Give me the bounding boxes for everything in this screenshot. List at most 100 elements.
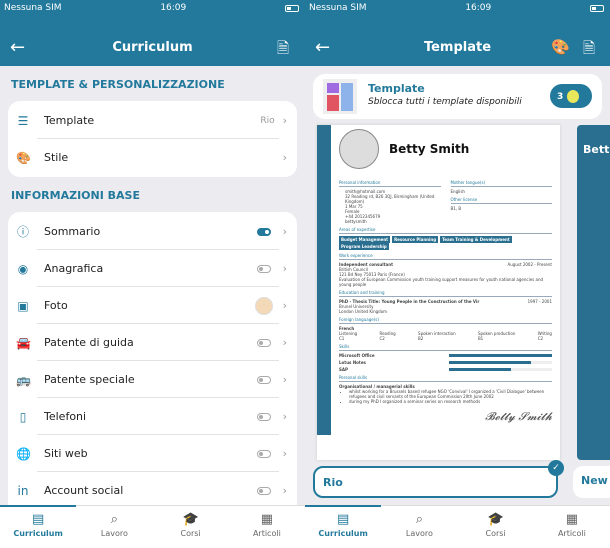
tab-corsi[interactable]: 🎓 Corsi xyxy=(153,506,229,548)
chevron-right-icon: › xyxy=(282,336,287,349)
signature: 𝓑𝓮𝓽𝓽𝔂 𝓢𝓶𝓲𝓽𝓱 xyxy=(485,410,552,423)
preview-document-icon[interactable]: 🗎 xyxy=(277,38,289,63)
template-name: Rio xyxy=(323,476,343,489)
toggle[interactable] xyxy=(256,486,271,495)
cv-heading: Personal information xyxy=(339,180,441,187)
row-patente-speciale[interactable]: 🚌 Patente speciale › xyxy=(8,361,297,398)
carrier: Nessuna SIM xyxy=(309,3,367,13)
cv-bullet: whilst working for a Brussels based refu… xyxy=(349,389,552,399)
cv-text: London United Kingdom xyxy=(339,309,388,314)
cv-heading: Other license xyxy=(450,197,552,204)
row-account-social[interactable]: in Account social › xyxy=(8,472,297,509)
row-label: Siti web xyxy=(44,447,88,460)
selected-check-icon: ✓ xyxy=(548,460,564,476)
cv-preview-rio[interactable]: Betty Smith Personal information smith@ho… xyxy=(317,125,560,460)
cv-text: August 2002 - Present xyxy=(507,262,552,267)
promo-subtitle: Sblocca tutti i template disponibili xyxy=(368,97,522,107)
phone-icon: ▯ xyxy=(19,409,27,424)
tab-label: Curriculum xyxy=(13,529,63,538)
cv-heading: Areas of expertise xyxy=(339,227,552,234)
row-sommario[interactable]: ⓘ Sommario › xyxy=(8,213,297,250)
token-badge[interactable]: 3 xyxy=(550,84,592,108)
toggle[interactable] xyxy=(256,375,271,384)
tab-label: Lavoro xyxy=(100,529,128,538)
cv-text: 1997 - 2001 xyxy=(527,299,552,304)
cv-body: Personal information smith@hotmail.com 32 … xyxy=(339,177,552,424)
row-label: Foto xyxy=(44,299,68,312)
cv-photo xyxy=(339,129,379,169)
row-stile[interactable]: 🎨 Stile › xyxy=(8,139,297,176)
row-value: Rio xyxy=(260,115,275,126)
status-bar: Nessuna SIM 16:09 xyxy=(4,3,299,13)
briefcase-search-icon: ⌕ xyxy=(110,512,119,527)
chevron-right-icon: › xyxy=(282,447,287,460)
chevron-right-icon: › xyxy=(282,484,287,497)
tab-label: Corsi xyxy=(180,529,201,538)
tab-bar: ▤ Curriculum ⌕ Lavoro 🎓 Corsi ▦ Articoli xyxy=(0,505,305,548)
tab-label: Lavoro xyxy=(405,529,433,538)
preview-document-icon[interactable]: 🗎 xyxy=(583,38,595,63)
document-icon: ▤ xyxy=(336,512,350,527)
tab-label: Articoli xyxy=(252,529,281,538)
cv-skill-bar: SAP xyxy=(339,367,552,372)
row-anagrafica[interactable]: ◉ Anagrafica › xyxy=(8,250,297,287)
row-siti-web[interactable]: 🌐 Siti web › xyxy=(8,435,297,472)
section-title: INFORMAZIONI BASE xyxy=(11,189,140,202)
cv-contact: 32 Reading rd, B26 3QJ, Birmingham (Unit… xyxy=(345,194,435,204)
tab-articoli[interactable]: ▦ Articoli xyxy=(229,506,305,548)
briefcase-search-icon: ⌕ xyxy=(415,512,424,527)
newspaper-icon: ▦ xyxy=(260,512,274,527)
row-label: Patente di guida xyxy=(44,336,134,349)
tab-lavoro[interactable]: ⌕ Lavoro xyxy=(381,506,457,548)
cv-skill-pill: Resource Planning xyxy=(392,236,439,243)
template-option-rio[interactable]: Rio xyxy=(313,466,558,498)
toggle[interactable] xyxy=(256,338,271,347)
row-template[interactable]: ☰ Template Rio › xyxy=(8,102,297,139)
car-icon: 🚘 xyxy=(16,335,31,350)
promo-title: Template xyxy=(368,82,425,95)
template-name: New xyxy=(581,474,608,487)
toggle[interactable] xyxy=(256,227,271,236)
template-screen: Nessuna SIM 16:09 ← Template 🎨 🗎 Template… xyxy=(305,0,610,548)
linkedin-icon: in xyxy=(17,483,29,498)
tab-curriculum[interactable]: ▤ Curriculum xyxy=(0,505,77,548)
row-label: Patente speciale xyxy=(44,373,135,386)
cv-skill-pill: Team Training & Development xyxy=(440,236,512,243)
chevron-right-icon: › xyxy=(282,262,287,275)
row-patente-di-guida[interactable]: 🚘 Patente di guida › xyxy=(8,324,297,361)
palette-icon[interactable]: 🎨 xyxy=(551,38,570,56)
cv-name: Betty Smith xyxy=(389,142,470,156)
chevron-right-icon: › xyxy=(282,225,287,238)
header: Nessuna SIM 16:09 ← Template 🎨 🗎 xyxy=(305,0,610,66)
toggle[interactable] xyxy=(256,449,271,458)
toggle[interactable] xyxy=(256,264,271,273)
cv-skill-pill: Budget Management xyxy=(339,236,391,243)
cv-text: English xyxy=(450,189,465,194)
unlock-templates-banner[interactable]: Template Sblocca tutti i template dispon… xyxy=(313,74,602,119)
tab-corsi[interactable]: 🎓 Corsi xyxy=(458,506,534,548)
template-card: ☰ Template Rio › 🎨 Stile › xyxy=(8,101,297,177)
cv-heading: Mother tongue(s) xyxy=(450,180,552,187)
tab-articoli[interactable]: ▦ Articoli xyxy=(534,506,610,548)
token-count: 3 xyxy=(557,92,564,102)
cv-skill-pill: Program Leadership xyxy=(339,243,389,250)
row-label: Anagrafica xyxy=(44,262,104,275)
document-icon: ▤ xyxy=(31,512,45,527)
tab-curriculum[interactable]: ▤ Curriculum xyxy=(305,505,382,548)
base-info-card: ⓘ Sommario › ◉ Anagrafica › ▣ Foto › 🚘 Patente di … xyxy=(8,212,297,522)
cv-bullet: during my PhD I organized a seminar seri… xyxy=(349,399,552,404)
cv-language-col: Spoken production B1 xyxy=(477,331,516,341)
row-label: Template xyxy=(44,114,95,127)
toggle[interactable] xyxy=(256,412,271,421)
row-telefoni[interactable]: ▯ Telefoni › xyxy=(8,398,297,435)
avatar xyxy=(254,296,273,315)
status-bar: Nessuna SIM 16:09 xyxy=(309,3,604,13)
user-icon: ◉ xyxy=(17,261,29,276)
battery-icon xyxy=(589,5,604,12)
next-template-preview[interactable]: Bett xyxy=(577,125,610,460)
template-option-new[interactable]: New xyxy=(573,466,610,498)
cv-contact: bettysmith xyxy=(345,219,367,224)
row-foto[interactable]: ▣ Foto › xyxy=(8,287,297,324)
tab-lavoro[interactable]: ⌕ Lavoro xyxy=(76,506,152,548)
carrier: Nessuna SIM xyxy=(4,3,62,13)
